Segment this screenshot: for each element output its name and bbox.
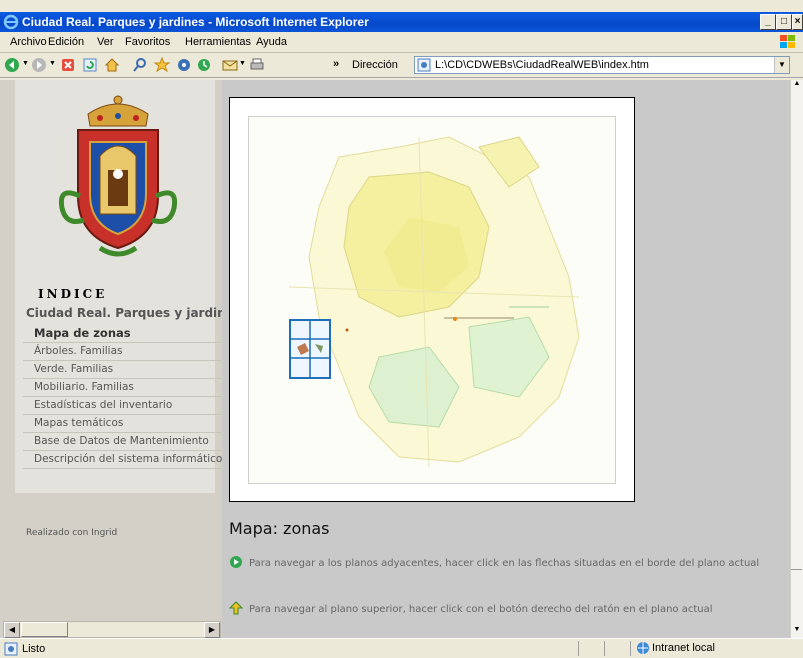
nav-item-mobiliario[interactable]: Mobiliario. Familias xyxy=(23,379,222,397)
nav-item-descripcion[interactable]: Descripción del sistema informático xyxy=(23,451,222,469)
stop-icon[interactable] xyxy=(60,57,76,73)
page-status-icon xyxy=(4,642,18,656)
coat-of-arms-icon xyxy=(58,95,178,257)
media-icon[interactable] xyxy=(176,57,192,73)
nav-item-mapa-zonas[interactable]: Mapa de zonas xyxy=(23,325,222,343)
refresh-icon[interactable] xyxy=(82,57,98,73)
up-arrow-icon xyxy=(229,601,243,615)
windows-logo-icon xyxy=(780,35,795,48)
selected-zone-grid[interactable] xyxy=(289,319,331,379)
mail-dropdown-icon[interactable]: ▼ xyxy=(239,60,246,67)
minimize-button[interactable]: _ xyxy=(760,14,776,30)
history-icon[interactable] xyxy=(196,57,212,73)
intranet-zone-icon xyxy=(637,642,649,654)
instruction-adjacent-text: Para navegar a los planos adyacentes, ha… xyxy=(249,558,760,569)
nav-item-mapas-tematicos[interactable]: Mapas temáticos xyxy=(23,415,222,433)
vertical-scrollbar[interactable]: ▲ ▼ xyxy=(790,80,803,638)
status-divider xyxy=(630,641,631,656)
instruction-parent-text: Para navegar al plano superior, hacer cl… xyxy=(249,604,713,615)
horizontal-scrollbar[interactable]: ◀ ▶ xyxy=(3,621,221,638)
browser-window: Ciudad Real. Parques y jardines - Micros… xyxy=(0,0,803,658)
back-dropdown-icon[interactable]: ▼ xyxy=(22,60,29,67)
zone-map[interactable] xyxy=(248,116,616,484)
toolbar-overflow-icon[interactable]: » xyxy=(333,58,339,70)
page-content: INDICE Ciudad Real. Parques y jardines M… xyxy=(0,80,791,638)
page-icon xyxy=(417,58,431,72)
status-divider xyxy=(578,641,579,656)
status-bar: Listo Intranet local xyxy=(0,638,803,658)
scroll-up-icon[interactable]: ▲ xyxy=(791,80,803,92)
credit-text: Realizado con Ingrid xyxy=(26,528,118,538)
instruction-adjacent: Para navegar a los planos adyacentes, ha… xyxy=(229,555,779,570)
menu-herramientas[interactable]: Herramientas xyxy=(185,36,251,48)
home-icon[interactable] xyxy=(104,57,120,73)
nav-item-estadisticas[interactable]: Estadísticas del inventario xyxy=(23,397,222,415)
index-heading: INDICE xyxy=(38,287,108,301)
left-frame: INDICE Ciudad Real. Parques y jardines M… xyxy=(0,80,222,638)
address-url[interactable]: L:\CD\CDWEBs\CiudadRealWEB\index.htm xyxy=(435,59,649,71)
scroll-right-icon[interactable]: ▶ xyxy=(204,622,220,638)
address-bar[interactable]: L:\CD\CDWEBs\CiudadRealWEB\index.htm ▼ xyxy=(414,56,790,74)
window-title: Ciudad Real. Parques y jardines - Micros… xyxy=(22,15,369,29)
ie-logo-icon xyxy=(3,14,19,30)
map-frame xyxy=(229,97,635,502)
toolbar: ▼ ▼ ▼ » Dirección L:\CD\CDWEBs\CiudadRea… xyxy=(0,53,803,78)
address-dropdown-icon[interactable]: ▼ xyxy=(774,57,789,73)
menu-edicion[interactable]: Edición xyxy=(48,36,84,48)
back-icon[interactable] xyxy=(4,57,20,73)
scroll-down-icon[interactable]: ▼ xyxy=(791,626,803,638)
scroll-thumb[interactable] xyxy=(21,622,68,637)
menu-ayuda[interactable]: Ayuda xyxy=(256,36,287,48)
menu-archivo[interactable]: Archivo xyxy=(10,36,47,48)
nav-item-base-datos[interactable]: Base de Datos de Mantenimiento xyxy=(23,433,222,451)
forward-icon[interactable] xyxy=(31,57,47,73)
security-zone: Intranet local xyxy=(652,642,715,654)
nav-item-verde[interactable]: Verde. Familias xyxy=(23,361,222,379)
address-label: Dirección xyxy=(352,59,398,71)
nav-item-arboles[interactable]: Árboles. Familias xyxy=(23,343,222,361)
search-icon[interactable] xyxy=(132,57,148,73)
menu-favoritos[interactable]: Favoritos xyxy=(125,36,170,48)
menu-bar: Archivo Edición Ver Favoritos Herramient… xyxy=(0,32,803,53)
city-map-graphic[interactable] xyxy=(249,117,615,483)
mail-icon[interactable] xyxy=(222,57,238,73)
menu-ver[interactable]: Ver xyxy=(97,36,114,48)
status-text: Listo xyxy=(22,643,46,655)
maximize-button[interactable]: □ xyxy=(776,14,792,30)
scroll-left-icon[interactable]: ◀ xyxy=(4,622,20,638)
nav-list: Mapa de zonas Árboles. Familias Verde. F… xyxy=(23,325,222,469)
green-arrow-icon xyxy=(230,556,242,568)
close-button[interactable]: × xyxy=(792,14,803,30)
title-bar: Ciudad Real. Parques y jardines - Micros… xyxy=(0,12,803,32)
favorites-star-icon[interactable] xyxy=(154,57,170,73)
vertical-scroll-thumb[interactable] xyxy=(791,94,802,570)
print-icon[interactable] xyxy=(249,57,265,73)
nav-section-title[interactable]: Ciudad Real. Parques y jardines xyxy=(26,306,222,320)
instruction-parent: Para navegar al plano superior, hacer cl… xyxy=(229,601,779,616)
map-title: Mapa: zonas xyxy=(229,519,330,538)
status-divider xyxy=(604,641,605,656)
forward-dropdown-icon[interactable]: ▼ xyxy=(49,60,56,67)
main-frame: Mapa: zonas Para navegar a los planos ad… xyxy=(222,80,791,638)
